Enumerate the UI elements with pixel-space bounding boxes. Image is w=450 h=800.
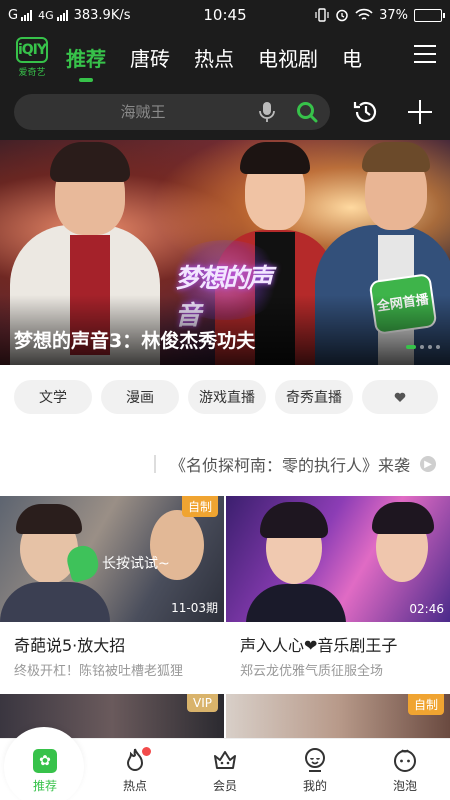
performer-hair: [362, 142, 430, 172]
tab-recommend[interactable]: 推荐: [66, 43, 106, 72]
chip-comics[interactable]: 漫画: [101, 380, 179, 414]
nav-recommend[interactable]: ✿ 推荐: [0, 727, 90, 800]
video-thumbnail: 长按试试~ 自制 11-03期: [0, 496, 224, 622]
nav-label: 我的: [302, 779, 327, 793]
nav-bubble[interactable]: 泡泡: [360, 739, 450, 800]
logo-text: 爱奇艺: [18, 67, 46, 78]
video-subtitle: 郑云龙优雅气质征服全场: [240, 664, 384, 679]
performer-hair: [50, 142, 130, 182]
search-row: [0, 92, 450, 132]
video-title: 声入人心❤音乐剧王子: [240, 636, 398, 655]
divider: [153, 455, 156, 473]
crown-icon: [212, 747, 238, 773]
add-icon[interactable]: [408, 100, 432, 124]
video-title: 奇葩说5·放大招: [14, 636, 126, 655]
vip-badge: VIP: [187, 694, 218, 712]
video-thumbnail: 自制: [226, 694, 450, 740]
singer-body: [246, 584, 346, 622]
battery-icon: [414, 8, 446, 22]
channel-menu-icon[interactable]: [414, 45, 436, 63]
chip-show-live[interactable]: 奇秀直播: [275, 380, 353, 414]
performer-hair: [240, 142, 310, 174]
nav-label: 热点: [122, 779, 147, 793]
chip-literature[interactable]: 文学: [14, 380, 92, 414]
search-icon[interactable]: [296, 101, 318, 123]
carrier-label: G: [8, 7, 19, 23]
network-speed: 383.9K/s: [73, 7, 131, 23]
alarm-icon: [336, 9, 348, 22]
wifi-icon: [355, 8, 373, 20]
top-header: G 4G 383.9K/s 10:45 37% iQIY 爱奇艺 推荐 唐砖 热…: [0, 0, 450, 140]
signal-icon: [21, 9, 33, 21]
original-badge: 自制: [181, 496, 218, 517]
app-logo[interactable]: iQIY 爱奇艺: [14, 35, 50, 79]
nav-label: 推荐: [32, 779, 57, 793]
video-duration: 02:46: [409, 602, 444, 616]
tab-movie[interactable]: 电: [342, 43, 362, 72]
original-badge: 自制: [407, 694, 444, 715]
tab-tangzhuan[interactable]: 唐砖: [130, 43, 170, 72]
chip-favorites[interactable]: [362, 380, 438, 414]
channel-tabs: iQIY 爱奇艺 推荐 唐砖 热点 电视剧 电: [0, 30, 450, 84]
bubble-mascot-icon: [392, 747, 418, 773]
carousel-indicator: [406, 345, 440, 349]
banner-title: 梦想的声音3：林俊杰秀功夫: [14, 330, 256, 352]
long-press-hint: 长按试试~: [64, 542, 170, 584]
episode-date: 11-03期: [171, 601, 218, 615]
vibrate-icon: [315, 8, 329, 22]
history-icon[interactable]: [352, 98, 380, 126]
announcement-bar[interactable]: 《名侦探柯南：零的执行人》来袭 ▶: [0, 448, 450, 480]
profile-icon: [302, 747, 328, 773]
network-label: 4G: [38, 8, 54, 22]
announcement-text: 《名侦探柯南：零的执行人》来袭: [169, 456, 410, 475]
category-chips: 文学 漫画 游戏直播 奇秀直播: [14, 380, 438, 414]
home-icon: ✿: [33, 749, 57, 773]
bottom-navigation: ✿ 推荐 热点 会员 我的 泡泡: [0, 727, 450, 800]
nav-hot[interactable]: 热点: [90, 739, 180, 800]
notification-dot: [142, 747, 152, 756]
nav-vip[interactable]: 会员: [180, 739, 270, 800]
chevron-right-icon: ▶: [420, 456, 436, 472]
battery-percent: 37%: [379, 7, 409, 23]
heart-icon: [394, 392, 406, 402]
host-body: [0, 582, 110, 622]
video-card[interactable]: 自制: [226, 694, 450, 740]
nav-label: 泡泡: [392, 779, 417, 793]
video-subtitle: 终极开杠！陈铭被吐槽老狐狸: [14, 664, 184, 679]
singer-hair: [372, 502, 434, 534]
host-hair: [16, 504, 82, 534]
signal-icon-2: [56, 9, 68, 21]
tab-hot[interactable]: 热点: [194, 43, 234, 72]
video-card[interactable]: 长按试试~ 自制 11-03期 奇葩说5·放大招 终极开杠！陈铭被吐槽老狐狸: [0, 496, 224, 679]
chip-game-live[interactable]: 游戏直播: [188, 380, 266, 414]
status-bar: G 4G 383.9K/s 10:45 37%: [0, 0, 450, 30]
logo-mark: iQIY: [16, 36, 48, 63]
video-thumbnail: 02:46: [226, 496, 450, 622]
hand-pointer-icon: [64, 542, 102, 584]
nav-mine[interactable]: 我的: [270, 739, 360, 800]
hero-banner[interactable]: 梦想的声音 全网首播 梦想的声音3：林俊杰秀功夫: [0, 140, 450, 365]
hint-text: 长按试试~: [102, 556, 170, 572]
search-input[interactable]: [30, 103, 256, 121]
nav-label: 会员: [212, 779, 237, 793]
microphone-icon[interactable]: [256, 100, 278, 124]
clock: 10:45: [203, 6, 247, 24]
search-box[interactable]: [14, 94, 330, 130]
tab-tv-series[interactable]: 电视剧: [258, 43, 318, 72]
video-card[interactable]: 02:46 声入人心❤音乐剧王子 郑云龙优雅气质征服全场: [226, 496, 450, 679]
singer-hair: [260, 502, 328, 538]
